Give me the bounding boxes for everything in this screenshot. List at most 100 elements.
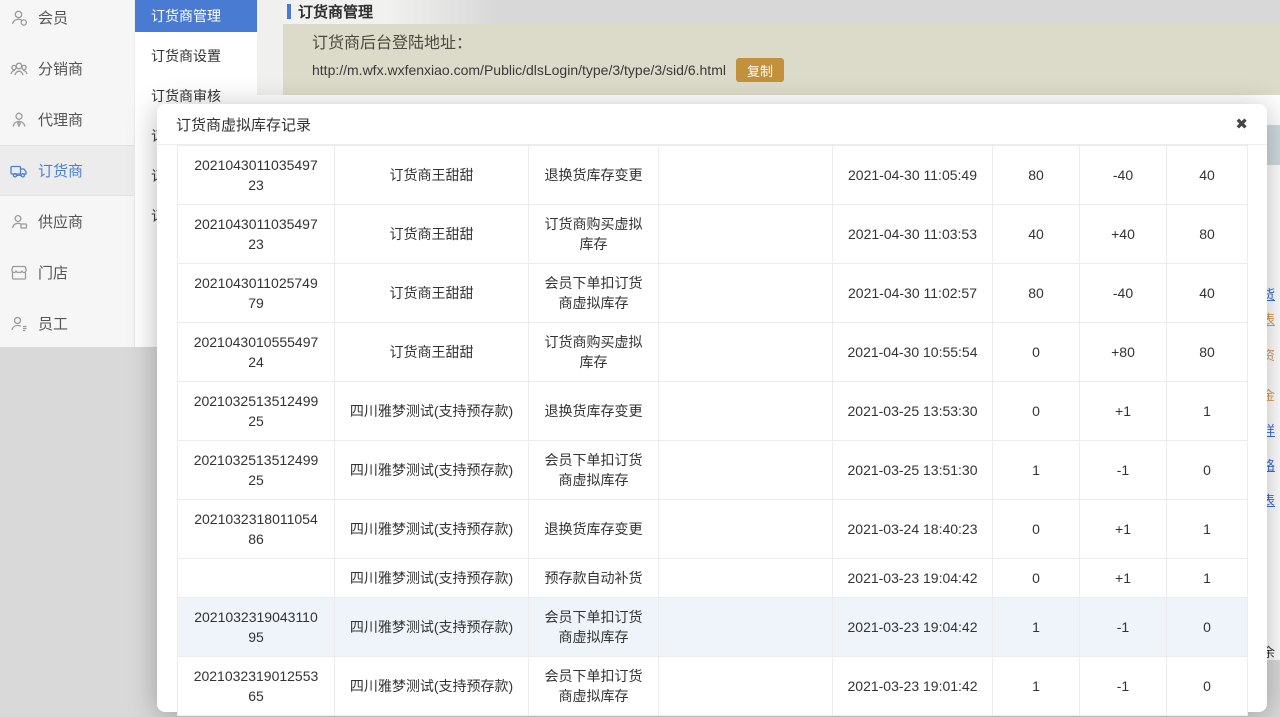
modal-body: 202104301103549723 订货商王甜甜 退换货库存变更 2021-0… (157, 145, 1267, 717)
submenu-item-label: 订货商审核 (151, 88, 221, 104)
sidebar-item-label: 代理商 (38, 109, 83, 130)
cell-time: 2021-04-30 11:05:49 (833, 146, 993, 205)
cell-stock-change: +1 (1080, 500, 1167, 559)
cell-stock-before: 0 (993, 559, 1080, 598)
submenu-item-label: 订货商设置 (151, 48, 221, 64)
cell-order-no: 202104301103549723 (178, 205, 335, 264)
table-row[interactable]: 202103251351249925 四川雅梦测试(支持预存款) 退换货库存变更… (178, 382, 1248, 441)
sidebar-item[interactable]: 代理商 (0, 94, 134, 145)
table-row[interactable]: 202103231801105486 四川雅梦测试(支持预存款) 退换货库存变更… (178, 500, 1248, 559)
cell-order-no: 202103231801105486 (178, 500, 335, 559)
agent-icon (9, 110, 29, 130)
close-icon[interactable]: ✖ (1235, 117, 1248, 132)
content-top-band (257, 0, 1280, 24)
virtual-stock-record-modal: 订货商虚拟库存记录 ✖ 202104301103549723 订货商王甜甜 退换… (157, 104, 1267, 712)
cell-change-type: 会员下单扣订货商虚拟库存 (529, 264, 659, 323)
cell-empty (659, 598, 833, 657)
cell-orderer-name: 四川雅梦测试(支持预存款) (335, 382, 529, 441)
cell-change-type: 退换货库存变更 (529, 146, 659, 205)
cell-change-type: 预存款自动补货 (529, 559, 659, 598)
submenu-item[interactable]: 订货商设置 (135, 40, 257, 72)
cell-stock-change: +40 (1080, 205, 1167, 264)
sidebar-item[interactable]: 分销商 (0, 43, 134, 94)
cell-order-no: 202103251351249925 (178, 382, 335, 441)
sidebar-item-label: 员工 (38, 313, 68, 334)
sidebar-item[interactable]: 订货商 (0, 145, 134, 196)
distributor-icon (9, 59, 29, 79)
sidebar-item[interactable]: 供应商 (0, 196, 134, 247)
sidebar-item-label: 门店 (38, 262, 68, 283)
cell-orderer-name: 四川雅梦测试(支持预存款) (335, 559, 529, 598)
cell-stock-after: 40 (1167, 146, 1248, 205)
cell-order-no (178, 559, 335, 598)
page-title: 订货商管理 (287, 0, 373, 22)
sidebar-item-label: 订货商 (38, 160, 83, 181)
cell-time: 2021-04-30 11:03:53 (833, 205, 993, 264)
table-row[interactable]: 四川雅梦测试(支持预存款) 预存款自动补货 2021-03-23 19:04:4… (178, 559, 1248, 598)
modal-header: 订货商虚拟库存记录 ✖ (157, 104, 1267, 145)
cell-order-no: 202104301055549724 (178, 323, 335, 382)
cell-empty (659, 264, 833, 323)
sidebar-item-label: 供应商 (38, 211, 83, 232)
cell-empty (659, 382, 833, 441)
cell-orderer-name: 订货商王甜甜 (335, 264, 529, 323)
cell-stock-after: 80 (1167, 323, 1248, 382)
table-row[interactable]: 202103231904311095 四川雅梦测试(支持预存款) 会员下单扣订货… (178, 598, 1248, 657)
login-url-label: 订货商后台登陆地址： (312, 32, 1280, 56)
table-row[interactable]: 202104301055549724 订货商王甜甜 订货商购买虚拟库存 2021… (178, 323, 1248, 382)
cell-change-type: 订货商购买虚拟库存 (529, 205, 659, 264)
cell-stock-before: 0 (993, 382, 1080, 441)
cell-empty (659, 146, 833, 205)
cell-orderer-name: 四川雅梦测试(支持预存款) (335, 441, 529, 500)
cell-stock-before: 1 (993, 598, 1080, 657)
cell-empty (659, 205, 833, 264)
cell-time: 2021-03-25 13:51:30 (833, 441, 993, 500)
sidebar-item[interactable]: 员工 (0, 298, 134, 347)
cell-order-no: 202103251351249925 (178, 441, 335, 500)
page-title-text: 订货商管理 (298, 1, 373, 22)
table-row[interactable]: 202104301103549723 订货商王甜甜 退换货库存变更 2021-0… (178, 146, 1248, 205)
cell-stock-change: -1 (1080, 657, 1167, 716)
copy-url-button[interactable]: 复制 (736, 58, 784, 82)
table-row[interactable]: 202104301103549723 订货商王甜甜 订货商购买虚拟库存 2021… (178, 205, 1248, 264)
cell-time: 2021-03-23 19:04:42 (833, 559, 993, 598)
cell-orderer-name: 订货商王甜甜 (335, 205, 529, 264)
cell-time: 2021-03-24 18:40:23 (833, 500, 993, 559)
sidebar-item-label: 会员 (38, 7, 68, 28)
cell-stock-change: -1 (1080, 441, 1167, 500)
cell-stock-before: 40 (993, 205, 1080, 264)
submenu-item[interactable]: 订货商管理 (135, 0, 257, 32)
sidebar-item[interactable]: 门店 (0, 247, 134, 298)
cell-stock-change: -40 (1080, 264, 1167, 323)
cell-time: 2021-03-23 19:04:42 (833, 598, 993, 657)
cell-stock-before: 0 (993, 323, 1080, 382)
cell-order-no: 202103231904311095 (178, 598, 335, 657)
table-row[interactable]: 202104301102574979 订货商王甜甜 会员下单扣订货商虚拟库存 2… (178, 264, 1248, 323)
table-row[interactable]: 202103231901255365 四川雅梦测试(支持预存款) 会员下单扣订货… (178, 657, 1248, 716)
cell-stock-change: +80 (1080, 323, 1167, 382)
cell-stock-before: 1 (993, 657, 1080, 716)
cell-time: 2021-04-30 10:55:54 (833, 323, 993, 382)
member-icon (9, 8, 29, 28)
cell-change-type: 会员下单扣订货商虚拟库存 (529, 441, 659, 500)
app-root: 订货商管理 订货商后台登陆地址： http://m.wfx.wxfenxiao.… (0, 0, 1280, 717)
cell-stock-after: 0 (1167, 657, 1248, 716)
login-url-text: http://m.wfx.wxfenxiao.com/Public/dlsLog… (312, 62, 726, 78)
cell-stock-change: +1 (1080, 382, 1167, 441)
cell-orderer-name: 四川雅梦测试(支持预存款) (335, 500, 529, 559)
store-icon (9, 263, 29, 283)
cell-empty (659, 500, 833, 559)
orderer-truck-icon (9, 161, 29, 181)
sidebar-item-label: 分销商 (38, 58, 83, 79)
cell-stock-before: 80 (993, 264, 1080, 323)
cell-time: 2021-03-23 19:01:42 (833, 657, 993, 716)
table-row[interactable]: 202103251351249925 四川雅梦测试(支持预存款) 会员下单扣订货… (178, 441, 1248, 500)
cell-stock-before: 80 (993, 146, 1080, 205)
login-url-notice: 订货商后台登陆地址： http://m.wfx.wxfenxiao.com/Pu… (283, 24, 1280, 95)
cell-change-type: 退换货库存变更 (529, 500, 659, 559)
cell-orderer-name: 四川雅梦测试(支持预存款) (335, 598, 529, 657)
sidebar-item[interactable]: 会员 (0, 0, 134, 43)
cell-change-type: 订货商购买虚拟库存 (529, 323, 659, 382)
modal-title: 订货商虚拟库存记录 (176, 114, 311, 135)
cell-empty (659, 323, 833, 382)
